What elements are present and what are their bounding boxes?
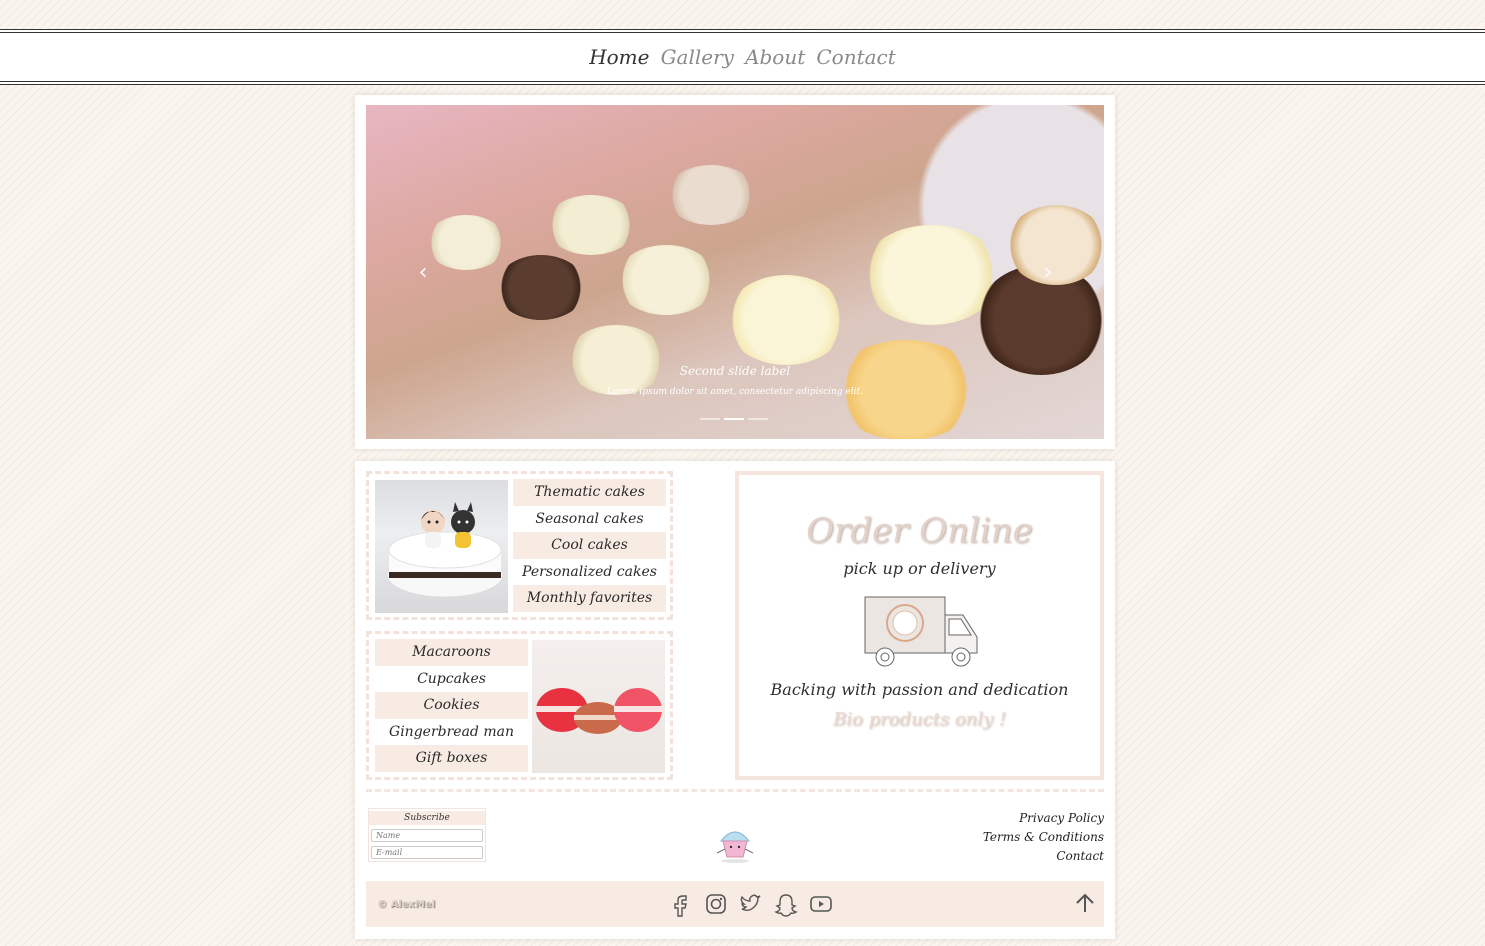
carousel-indicator[interactable]	[748, 418, 768, 420]
cupcake-shape	[726, 275, 846, 365]
sweets-box: Macaroons Cupcakes Cookies Gingerbread m…	[366, 631, 673, 780]
carousel-caption-text: Lorem ipsum dolor sit amet, consectetur …	[607, 387, 863, 397]
carousel-caption-title: Second slide label	[679, 364, 791, 378]
order-title: Order Online	[806, 511, 1033, 551]
footer-link-privacy[interactable]: Privacy Policy	[983, 809, 1104, 828]
nav-about[interactable]: About	[745, 45, 805, 69]
chevron-right-icon: ›	[1043, 260, 1053, 285]
section-divider	[366, 789, 1104, 792]
wedding-cake-image	[375, 480, 508, 613]
menu-item-monthly-favorites[interactable]: Monthly favorites	[513, 585, 666, 612]
social-icons	[668, 891, 838, 917]
carousel-next[interactable]: ›	[1033, 253, 1063, 293]
subscribe-name-input[interactable]	[371, 829, 483, 842]
order-online-box[interactable]: Order Online pick up or delivery Backing…	[735, 471, 1104, 780]
footer-bar: © AlexMel	[366, 881, 1104, 927]
subscribe-form: Subscribe	[368, 808, 486, 862]
carousel-prev[interactable]: ‹	[408, 253, 438, 293]
nav-links: Home Gallery About Contact	[0, 45, 1485, 69]
carousel-slide-image: ‹ › Second slide label Lorem ipsum dolor…	[366, 105, 1104, 439]
twitter-icon[interactable]	[738, 891, 764, 917]
nav-home[interactable]: Home	[589, 45, 649, 69]
copyright-text: © AlexMel	[377, 899, 436, 910]
cakes-menu: Thematic cakes Seasonal cakes Cool cakes…	[513, 479, 666, 612]
cupcake-shape	[496, 255, 586, 320]
menu-item-seasonal-cakes[interactable]: Seasonal cakes	[513, 506, 666, 533]
snapchat-icon[interactable]	[773, 891, 799, 917]
cupcake-shape	[616, 245, 716, 315]
cupcake-logo-icon[interactable]	[707, 821, 763, 865]
cupcake-shape	[546, 195, 636, 255]
menu-item-gingerbread-man[interactable]: Gingerbread man	[375, 719, 528, 746]
carousel-indicators	[700, 418, 770, 421]
footer-link-terms[interactable]: Terms & Conditions	[983, 828, 1104, 847]
content-panel: Thematic cakes Seasonal cakes Cool cakes…	[355, 461, 1115, 939]
youtube-icon[interactable]	[808, 891, 834, 917]
menu-item-thematic-cakes[interactable]: Thematic cakes	[513, 479, 666, 506]
facebook-icon[interactable]	[668, 891, 694, 917]
cupcake-shape	[566, 325, 666, 395]
carousel-panel: ‹ › Second slide label Lorem ipsum dolor…	[355, 95, 1115, 449]
footer-links: Privacy Policy Terms & Conditions Contac…	[983, 809, 1104, 866]
cakes-box: Thematic cakes Seasonal cakes Cool cakes…	[366, 471, 673, 620]
chevron-left-icon: ‹	[418, 260, 428, 285]
subscribe-email-input[interactable]	[371, 846, 483, 859]
menu-item-cool-cakes[interactable]: Cool cakes	[513, 532, 666, 559]
nav-gallery[interactable]: Gallery	[661, 45, 734, 69]
carousel-indicator[interactable]	[700, 418, 720, 420]
cupcake-shape	[666, 165, 756, 225]
footer-link-contact[interactable]: Contact	[983, 847, 1104, 866]
carousel-indicator[interactable]	[724, 418, 744, 420]
subscribe-label: Subscribe	[369, 811, 485, 825]
menu-item-macaroons[interactable]: Macaroons	[375, 639, 528, 666]
scroll-to-top-icon[interactable]	[1074, 892, 1096, 914]
cupcake-shape	[426, 215, 506, 270]
nav-contact[interactable]: Contact	[816, 45, 895, 69]
order-bio-note: Bio products only !	[832, 709, 1007, 730]
top-navbar: Home Gallery About Contact	[0, 29, 1485, 85]
menu-item-gift-boxes[interactable]: Gift boxes	[375, 745, 528, 772]
order-tagline: Backing with passion and dedication	[770, 680, 1069, 699]
menu-item-cookies[interactable]: Cookies	[375, 692, 528, 719]
order-subtitle: pick up or delivery	[843, 559, 996, 578]
instagram-icon[interactable]	[703, 891, 729, 917]
macarons-image	[532, 640, 665, 773]
delivery-truck-icon	[863, 593, 983, 669]
sweets-menu: Macaroons Cupcakes Cookies Gingerbread m…	[375, 639, 528, 772]
menu-item-cupcakes[interactable]: Cupcakes	[375, 666, 528, 693]
menu-item-personalized-cakes[interactable]: Personalized cakes	[513, 559, 666, 586]
